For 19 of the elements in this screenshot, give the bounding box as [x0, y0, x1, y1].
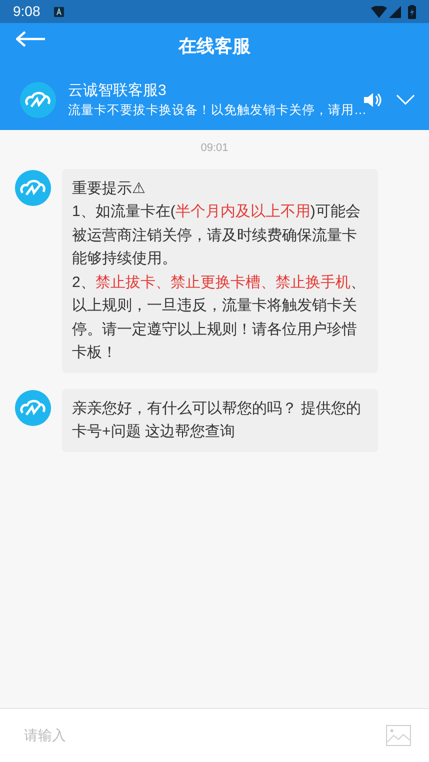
image-icon[interactable]: [386, 725, 411, 746]
speaker-icon[interactable]: [364, 92, 382, 108]
page-title: 在线客服: [178, 34, 250, 58]
input-bar[interactable]: 请输入: [0, 708, 429, 762]
battery-icon: [408, 4, 416, 18]
back-arrow-icon: [16, 31, 46, 47]
message-bubble: 亲亲您好，有什么可以帮您的吗？ 提供您的卡号+问题 这边帮您查询: [62, 388, 378, 452]
cloud-logo-icon: [14, 168, 52, 206]
message-timestamp: 09:01: [200, 141, 228, 156]
cloud-logo-icon: [14, 388, 52, 426]
status-time: 9:08: [13, 2, 40, 21]
agent-name: 云诚智联客服3: [68, 80, 168, 100]
cloud-logo-icon: [19, 80, 57, 118]
wifi-icon: [371, 6, 387, 18]
message-input[interactable]: 请输入: [24, 709, 386, 762]
message-bubble: 重要提示⚠ 1、如流量卡在(半个月内及以上不用)可能会被运营商注销关停，请及时续费确保流量卡能够持续使用。 2、禁止拔卡、禁止更换卡槽、禁止换手机、以上规则，一旦违反，流量卡将触发销卡关停。请一定遵守以上规则！请各位用户珍惜卡板！: [62, 168, 378, 372]
signal-icon: [389, 6, 401, 18]
keyboard-icon: [54, 6, 64, 16]
chevron-down-icon[interactable]: [396, 94, 415, 105]
